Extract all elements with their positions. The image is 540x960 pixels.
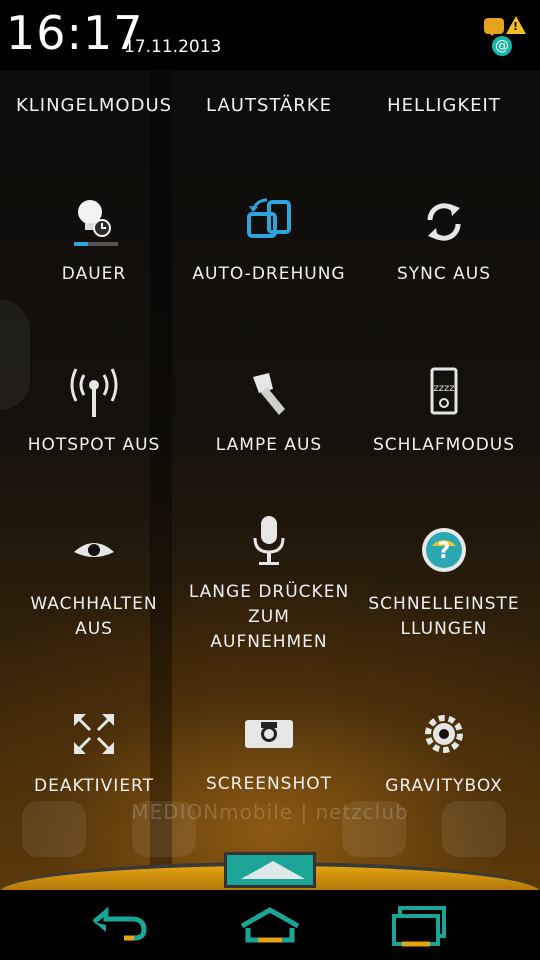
sync-icon — [427, 203, 461, 241]
tile-auto-rotate[interactable]: AUTO-DREHUNG — [179, 192, 359, 287]
hotspot-icon — [70, 368, 118, 417]
svg-text:?: ? — [438, 539, 451, 564]
microphone-icon — [253, 516, 285, 565]
expand-icon — [74, 714, 114, 754]
tile-gravitybox[interactable]: GRAVITYBOX — [354, 704, 534, 799]
notification-icons[interactable]: ! @ — [484, 14, 532, 58]
tile-expanded-desktop[interactable]: DEAKTIVIERT — [4, 704, 184, 799]
warning-icon: ! — [506, 16, 526, 34]
tile-label: DAUER — [61, 264, 127, 284]
volume-button[interactable]: LAUTSTÄRKE — [179, 90, 359, 122]
clock: 16:17 — [6, 6, 144, 60]
tile-hotspot[interactable]: HOTSPOT AUS — [4, 363, 184, 458]
eye-icon — [74, 543, 114, 557]
tile-label: AUTO-DREHUNG — [192, 264, 346, 284]
tile-stay-awake[interactable]: WACHHALTEN AUS — [4, 522, 184, 642]
dock-handle-area — [0, 852, 540, 896]
tile-long-press-record[interactable]: LANGE DRÜCKEN ZUM AUFNEHMEN — [179, 510, 359, 655]
tile-label: LAMPE AUS — [215, 435, 323, 455]
tile-label: HOTSPOT AUS — [27, 435, 161, 455]
tile-label: SCHNELLEINSTE LLUNGEN — [368, 594, 520, 639]
tile-sync[interactable]: SYNC AUS — [354, 192, 534, 287]
navigation-bar — [0, 890, 540, 960]
tile-sleep[interactable]: zzzz SCHLAFMODUS — [354, 363, 534, 458]
flashlight-icon — [253, 373, 285, 415]
ringer-mode-button[interactable]: KLINGELMODUS — [4, 90, 184, 122]
camera-icon — [245, 720, 293, 748]
sleep-icon: zzzz — [430, 367, 458, 415]
tile-label: SYNC AUS — [396, 264, 492, 284]
at-icon: @ — [492, 36, 512, 56]
quick-settings-top-row: KLINGELMODUS LAUTSTÄRKE HELLIGKEIT — [0, 90, 540, 122]
gear-icon — [425, 715, 463, 753]
recents-icon[interactable] — [380, 902, 460, 948]
chevron-up-icon — [241, 861, 305, 879]
help-icon: ? — [422, 528, 466, 572]
carrier-watermark: MEDIONmobile | netzclub — [131, 800, 409, 824]
tile-label: WACHHALTEN AUS — [30, 594, 158, 639]
brightness-button[interactable]: HELLIGKEIT — [354, 90, 534, 122]
auto-rotate-icon — [247, 198, 291, 238]
home-icon[interactable] — [230, 902, 310, 948]
tile-screenshot[interactable]: SCREENSHOT — [179, 702, 359, 797]
tile-label: LANGE DRÜCKEN ZUM AUFNEHMEN — [188, 582, 350, 652]
tile-flashlight[interactable]: LAMPE AUS — [179, 363, 359, 458]
svg-text:zzzz: zzzz — [434, 383, 455, 394]
tile-quick-settings-help[interactable]: ? SCHNELLEINSTE LLUNGEN — [354, 522, 534, 642]
notification-handle[interactable] — [224, 852, 316, 888]
status-bar: 16:17 17.11.2013 ! @ — [0, 0, 540, 70]
date: 17.11.2013 — [124, 37, 222, 57]
back-icon[interactable] — [80, 902, 160, 948]
tile-screen-timeout[interactable]: DAUER — [4, 192, 184, 287]
chat-icon — [484, 18, 504, 36]
screen-timeout-icon — [74, 200, 118, 246]
tile-label: SCHLAFMODUS — [372, 435, 516, 455]
